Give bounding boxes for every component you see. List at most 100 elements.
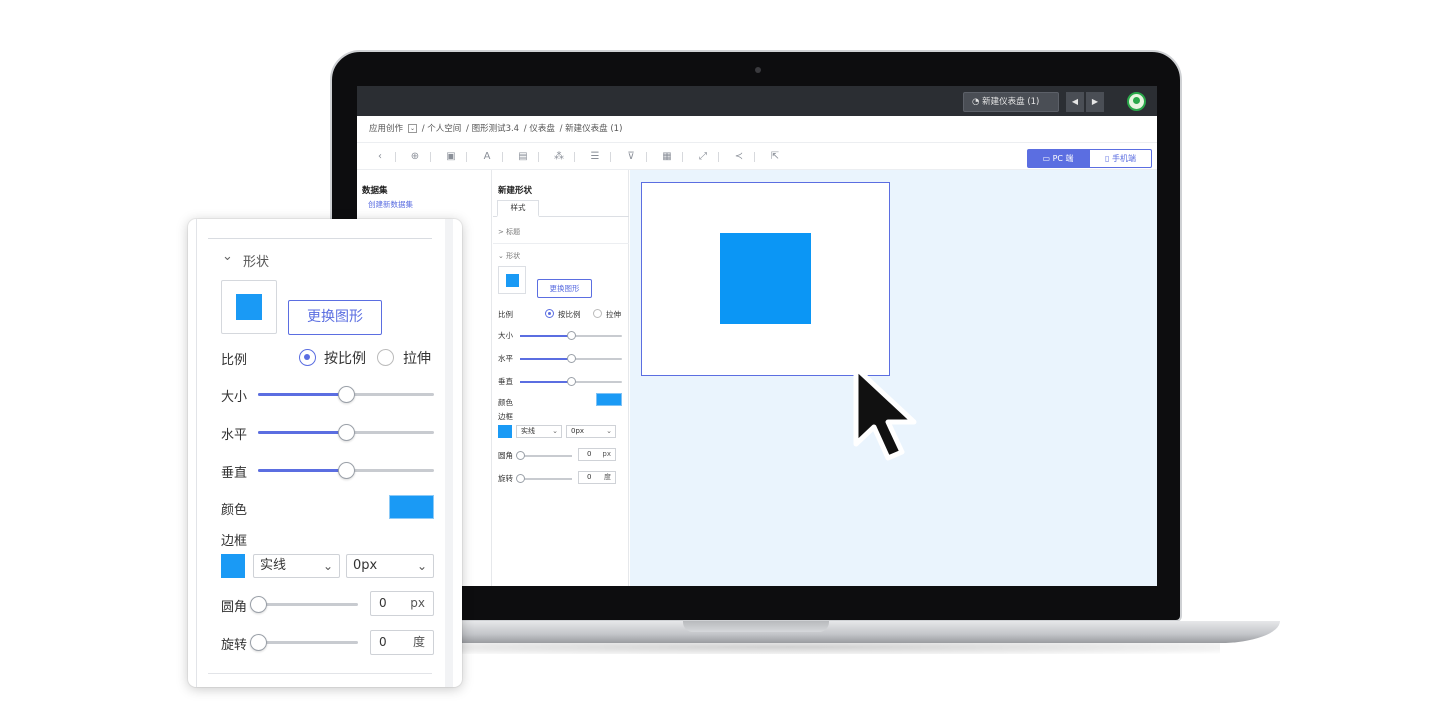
section-shape-label[interactable]: 形状 — [243, 251, 269, 270]
color-picker[interactable] — [596, 393, 622, 406]
breadcrumb-item-space[interactable]: / 个人空间 — [422, 124, 462, 134]
change-shape-button[interactable]: 更换图形 — [288, 300, 382, 335]
table-icon[interactable]: ▤ — [516, 150, 530, 163]
toolbar-divider — [395, 152, 396, 162]
ratio-stretch-label: 拉伸 — [403, 351, 431, 367]
size-slider-fill — [258, 393, 346, 396]
ratio-proportional-label: 按比例 — [324, 351, 366, 367]
corner-slider-handle[interactable] — [516, 451, 525, 460]
corner-label: 圆角 — [498, 451, 513, 460]
border-style-select[interactable]: 实线 ⌄ — [516, 425, 562, 438]
ratio-stretch-radio[interactable] — [593, 309, 602, 318]
breadcrumb-item-current: / 新建仪表盘 (1) — [559, 124, 623, 134]
square-shape[interactable] — [720, 233, 811, 324]
vertical-slider[interactable] — [258, 462, 434, 479]
component-icon[interactable]: ⁂ — [552, 150, 566, 163]
editor-toolbar: ‹ ⊕ ▣ A ▤ ⁂ ☰ ⊽ ▦ ⤢ ≺ ⇱ ▭ PC 端 ▯ 手机端 — [357, 142, 1157, 170]
border-width-select[interactable]: 0px ⌄ — [346, 554, 434, 578]
next-dashboard-button[interactable]: ▶ — [1086, 92, 1104, 112]
corner-unit: px — [410, 596, 425, 610]
monitor-icon: ▭ — [1042, 154, 1053, 163]
horizontal-label: 水平 — [221, 428, 248, 443]
horizontal-slider[interactable] — [520, 354, 622, 363]
chevron-down-icon[interactable]: ⌄ — [222, 249, 233, 264]
rotate-input[interactable]: 0度 — [578, 471, 616, 484]
dashboard-switch-button[interactable]: ◔ 新建仪表盘 (1) — [963, 92, 1059, 112]
rotate-slider[interactable] — [250, 634, 358, 651]
image-icon[interactable]: ▣ — [444, 150, 458, 163]
rotate-slider-handle[interactable] — [516, 474, 525, 483]
breadcrumb-item-project[interactable]: / 图形测试3.4 — [466, 124, 519, 134]
rotate-unit: 度 — [604, 473, 611, 481]
size-slider-handle[interactable] — [567, 331, 576, 340]
tab-style[interactable]: 样式 — [497, 200, 539, 217]
border-style-select[interactable]: 实线 ⌄ — [253, 554, 340, 578]
chevron-down-icon[interactable]: ⌄ — [408, 124, 418, 133]
export-icon[interactable]: ⇱ — [768, 150, 782, 163]
corner-input[interactable]: 0 px — [578, 448, 616, 461]
border-width-select[interactable]: 0px ⌄ — [566, 425, 616, 438]
breadcrumb-item-dashboards[interactable]: / 仪表盘 — [524, 124, 555, 134]
prev-dashboard-button[interactable]: ◀ — [1066, 92, 1084, 112]
ratio-stretch-label: 拉伸 — [606, 310, 621, 319]
panel-divider — [208, 238, 432, 239]
corner-slider[interactable] — [516, 451, 572, 460]
laptop-notch — [683, 621, 829, 632]
size-slider[interactable] — [520, 331, 622, 340]
mobile-view-label: 手机端 — [1111, 154, 1136, 163]
rotate-input[interactable]: 0度 — [370, 630, 434, 655]
toolbar-divider — [538, 152, 539, 162]
vertical-slider-handle[interactable] — [338, 462, 355, 479]
text-icon[interactable]: A — [480, 150, 494, 163]
corner-slider-handle[interactable] — [250, 596, 267, 613]
phone-icon: ▯ — [1105, 154, 1112, 163]
chevron-down-icon: ⌄ — [552, 427, 558, 435]
border-style-value: 实线 — [260, 558, 287, 573]
horizontal-slider-handle[interactable] — [567, 354, 576, 363]
scrollbar[interactable] — [445, 219, 453, 687]
toolbar-divider — [610, 152, 611, 162]
pc-view-button[interactable]: ▭ PC 端 — [1027, 149, 1089, 168]
vertical-slider[interactable] — [520, 377, 622, 386]
layout-icon[interactable]: ▦ — [660, 150, 674, 163]
change-shape-button[interactable]: 更换图形 — [537, 279, 592, 298]
size-slider-handle[interactable] — [338, 386, 355, 403]
list-icon[interactable]: ☰ — [588, 150, 602, 163]
rotate-label: 旋转 — [221, 638, 248, 653]
horizontal-slider[interactable] — [258, 424, 434, 441]
mobile-view-button[interactable]: ▯ 手机端 — [1089, 149, 1152, 168]
vertical-slider-fill — [258, 469, 346, 472]
avatar[interactable] — [1127, 92, 1146, 111]
rotate-unit: 度 — [412, 635, 425, 649]
ratio-stretch-radio[interactable] — [377, 349, 394, 366]
zoom-icon[interactable]: ⊕ — [408, 150, 422, 163]
create-dataset-link[interactable]: 创建新数据集 — [368, 199, 413, 210]
corner-slider[interactable] — [250, 596, 358, 613]
ratio-proportional-radio[interactable] — [545, 309, 554, 318]
size-slider[interactable] — [258, 386, 434, 403]
breadcrumb-item-app[interactable]: 应用创作 — [369, 124, 403, 134]
back-icon[interactable]: ‹ — [373, 150, 387, 163]
border-color-swatch[interactable] — [498, 425, 512, 438]
color-label: 颜色 — [221, 503, 248, 518]
horizontal-slider-handle[interactable] — [338, 424, 355, 441]
rotate-slider[interactable] — [516, 474, 572, 483]
shape-thumbnail — [221, 280, 277, 334]
resize-icon[interactable]: ⤢ — [696, 150, 710, 163]
filter-icon[interactable]: ⊽ — [624, 150, 638, 163]
color-picker[interactable] — [389, 495, 434, 519]
style-panel: 新建形状 样式 > 标题 ⌄ 形状 更换图形 比例 按比例 拉伸 大小 水平 垂… — [493, 170, 629, 586]
section-title-toggle[interactable]: > 标题 — [498, 227, 520, 237]
camera-icon — [755, 67, 761, 73]
rotate-slider-handle[interactable] — [250, 634, 267, 651]
share-icon[interactable]: ≺ — [732, 150, 746, 163]
shape-widget[interactable] — [641, 182, 890, 376]
ratio-proportional-radio[interactable] — [299, 349, 316, 366]
border-color-swatch[interactable] — [221, 554, 245, 578]
section-shape-label: 形状 — [506, 252, 521, 260]
section-shape-toggle[interactable]: ⌄ 形状 — [498, 251, 520, 261]
corner-input[interactable]: 0 px — [370, 591, 434, 616]
chevron-down-icon: ⌄ — [322, 559, 333, 573]
ratio-proportional-label: 按比例 — [558, 310, 581, 319]
vertical-slider-handle[interactable] — [567, 377, 576, 386]
